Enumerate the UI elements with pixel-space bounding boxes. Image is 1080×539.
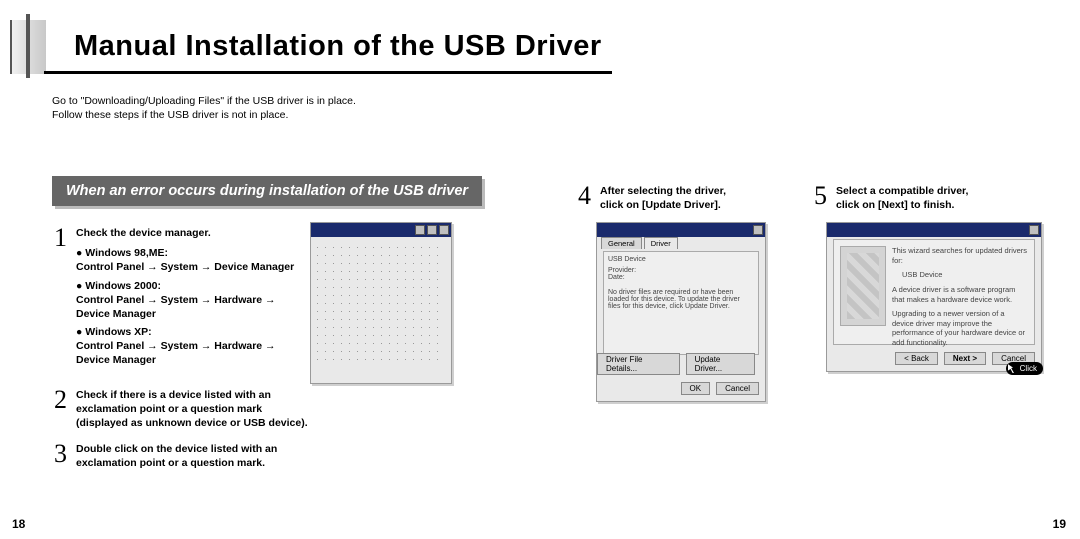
step-title: Check the device manager.: [76, 226, 306, 240]
cancel-button[interactable]: Cancel: [716, 382, 759, 395]
step-5: 5 Select a compatible driver, click on […: [836, 184, 1036, 212]
header-decoration: [10, 20, 46, 74]
tab-strip: General Driver: [601, 237, 678, 249]
wizard-line: Upgrading to a newer version of a device…: [892, 309, 1028, 348]
step-text: exclamation point or a question mark.: [76, 456, 336, 470]
wizard-device: USB Device: [892, 270, 1028, 280]
back-button[interactable]: < Back: [895, 352, 938, 365]
step-number: 2: [54, 382, 67, 417]
date-label: Date:: [608, 274, 754, 281]
update-driver-button[interactable]: Update Driver...: [686, 353, 755, 375]
next-button[interactable]: Next >: [944, 352, 986, 365]
intro-text: Go to "Downloading/Uploading Files" if t…: [52, 94, 356, 122]
page-title: Manual Installation of the USB Driver: [44, 24, 612, 74]
device-tree: [311, 237, 451, 370]
step-text: After selecting the driver,: [600, 184, 780, 198]
intro-line: Follow these steps if the USB driver is …: [52, 108, 356, 122]
window-titlebar: [311, 223, 451, 237]
ok-button[interactable]: OK: [681, 382, 711, 395]
step-text: (displayed as unknown device or USB devi…: [76, 416, 336, 430]
step-text: click on [Next] to finish.: [836, 198, 1036, 212]
driver-details-button[interactable]: Driver File Details...: [597, 353, 680, 375]
os-path: Control Panel → System → Device Manager: [76, 260, 306, 274]
step-text: Check if there is a device listed with a…: [76, 388, 336, 402]
step-2: 2 Check if there is a device listed with…: [76, 388, 336, 431]
window-titlebar: [827, 223, 1041, 237]
step-number: 3: [54, 436, 67, 471]
step-number: 1: [54, 220, 67, 255]
provider-label: Provider:: [608, 267, 754, 274]
os-name: Windows 2000:: [76, 280, 161, 292]
driver-note: No driver files are required or have bee…: [608, 289, 754, 310]
screenshot-usb-properties: General Driver USB Device Provider: Date…: [596, 222, 766, 402]
os-path: Control Panel → System → Hardware → Devi…: [76, 293, 306, 321]
wizard-panel: This wizard searches for updated drivers…: [833, 239, 1035, 345]
step-text: Double click on the device listed with a…: [76, 442, 336, 456]
os-name: Windows XP:: [76, 326, 152, 338]
step-1: 1 Check the device manager. Windows 98,M…: [76, 226, 306, 372]
properties-panel: USB Device Provider: Date: No driver fil…: [603, 251, 759, 355]
step-text: exclamation point or a question mark: [76, 402, 336, 416]
step-4: 4 After selecting the driver, click on […: [600, 184, 780, 212]
window-titlebar: [597, 223, 765, 237]
os-name: Windows 98,ME:: [76, 247, 168, 259]
step-text: Select a compatible driver,: [836, 184, 1036, 198]
wizard-icon: [840, 246, 886, 326]
step-text: click on [Update Driver].: [600, 198, 780, 212]
step-3: 3 Double click on the device listed with…: [76, 442, 336, 470]
tab-driver[interactable]: Driver: [644, 237, 678, 249]
os-path: Control Panel → System → Hardware → Devi…: [76, 339, 306, 367]
intro-line: Go to "Downloading/Uploading Files" if t…: [52, 94, 356, 108]
screenshot-update-wizard: This wizard searches for updated drivers…: [826, 222, 1042, 372]
step-number: 4: [578, 178, 591, 213]
page-number-left: 18: [12, 517, 25, 531]
step-number: 5: [814, 178, 827, 213]
page-header: Manual Installation of the USB Driver: [44, 24, 544, 74]
wizard-line: This wizard searches for updated drivers…: [892, 246, 1028, 266]
screenshot-device-manager: [310, 222, 452, 384]
wizard-line: A device driver is a software program th…: [892, 285, 1028, 305]
device-label: USB Device: [608, 256, 754, 263]
tab-general[interactable]: General: [601, 237, 642, 249]
page-number-right: 19: [1053, 517, 1066, 531]
section-banner: When an error occurs during installation…: [52, 176, 482, 206]
wizard-text: This wizard searches for updated drivers…: [892, 246, 1028, 338]
click-callout: Click: [1006, 362, 1043, 375]
